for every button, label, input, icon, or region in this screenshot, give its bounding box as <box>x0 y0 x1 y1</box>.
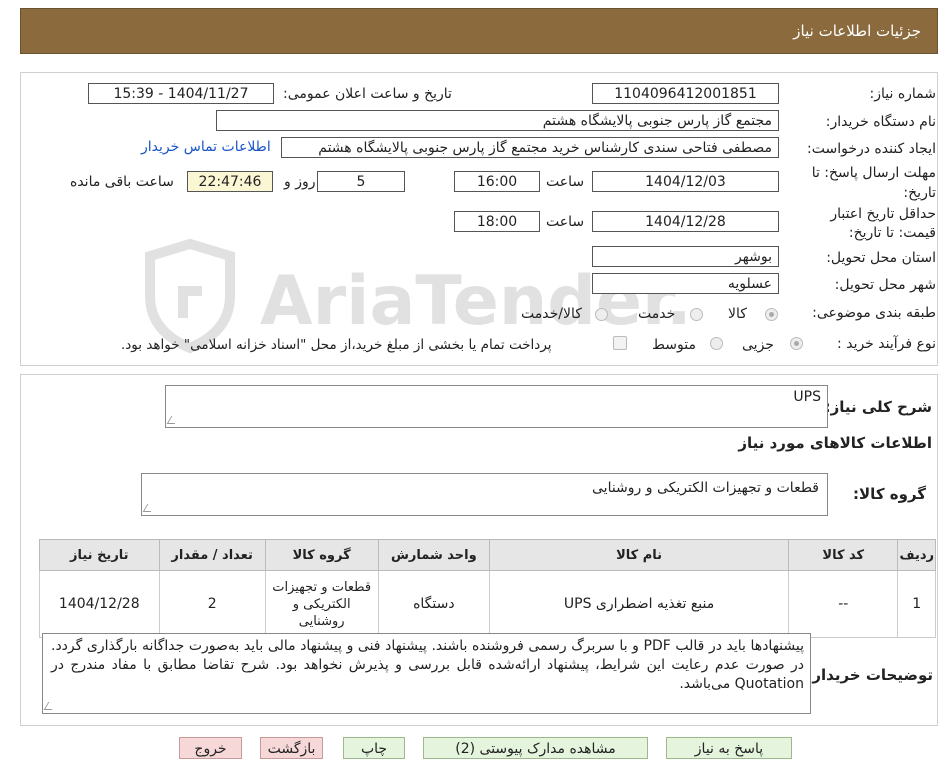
treasury-payment-checkbox[interactable] <box>613 336 627 350</box>
creator-label: ایجاد کننده درخواست: <box>807 141 936 157</box>
goods-info-title: اطلاعات کالاهای مورد نیاز <box>738 434 932 452</box>
items-table: ردیف کد کالا نام کالا واحد شمارش گروه کا… <box>39 539 936 638</box>
process-radio-medium[interactable] <box>710 337 723 350</box>
cell-unit: دستگاه <box>377 570 491 638</box>
print-button[interactable]: چاپ <box>343 737 405 759</box>
cell-row-number: 1 <box>897 570 936 638</box>
buyer-notes-textarea: پیشنهادها باید در قالب PDF و با سربرگ رس… <box>42 633 811 714</box>
buyer-label: نام دستگاه خریدار: <box>825 114 936 130</box>
need-number-field: 1104096412001851 <box>592 83 779 104</box>
goods-group-label: گروه کالا: <box>853 485 926 503</box>
category-radio-goods-service[interactable] <box>595 308 608 321</box>
buyer-field: مجتمع گاز پارس جنوبی پالایشگاه هشتم <box>216 110 779 131</box>
validity-date-field: 1404/12/28 <box>592 211 779 232</box>
province-label: استان محل تحویل: <box>826 250 936 266</box>
validity-label-date: قیمت: تا تاریخ: <box>848 225 936 241</box>
province-field: بوشهر <box>592 246 779 267</box>
category-option-goods: کالا <box>728 306 747 322</box>
need-number-label: شماره نیاز: <box>869 86 937 102</box>
deadline-label-date: تاریخ: <box>903 185 936 201</box>
cell-code: -- <box>788 570 899 638</box>
col-header-name: نام کالا <box>489 539 790 571</box>
summary-label: شرح کلی نیاز: <box>824 398 932 416</box>
page-header: جزئیات اطلاعات نیاز <box>20 8 938 54</box>
cell-group: قطعات و تجهیزات الکتریکی و روشنایی <box>264 570 379 638</box>
deadline-time-label: ساعت <box>546 174 585 190</box>
col-header-need-date: تاریخ نیاز <box>39 539 160 571</box>
remaining-days-field: 5 <box>317 171 405 192</box>
city-label: شهر محل تحویل: <box>834 277 936 293</box>
reply-button[interactable]: پاسخ به نیاز <box>666 737 792 759</box>
process-label: نوع فرآیند خرید : <box>837 336 936 352</box>
view-attachments-button[interactable]: مشاهده مدارک پیوستی (2) <box>423 737 648 759</box>
deadline-time-field: 16:00 <box>454 171 540 192</box>
goods-group-textarea: قطعات و تجهیزات الکتریکی و روشنایی <box>141 473 828 516</box>
goods-group-text: قطعات و تجهیزات الکتریکی و روشنایی <box>592 480 819 496</box>
deadline-label: مهلت ارسال پاسخ: تا <box>811 165 936 181</box>
category-radio-goods[interactable] <box>765 308 778 321</box>
col-header-row-number: ردیف <box>897 539 936 571</box>
back-button[interactable]: بازگشت <box>260 737 323 759</box>
col-header-unit: واحد شمارش <box>377 539 491 571</box>
col-header-quantity: تعداد / مقدار <box>158 539 266 571</box>
treasury-payment-note: پرداخت تمام یا بخشی از مبلغ خرید،از محل … <box>121 337 552 353</box>
category-label: طبقه بندی موضوعی: <box>812 305 936 321</box>
buyer-notes-text: پیشنهادها باید در قالب PDF و با سربرگ رس… <box>51 638 804 692</box>
buyer-contact-link[interactable]: اطلاعات تماس خریدار <box>141 139 271 155</box>
col-header-group: گروه کالا <box>264 539 379 571</box>
city-field: عسلویه <box>592 273 779 294</box>
validity-time-label: ساعت <box>546 214 585 230</box>
summary-textarea: UPS <box>165 385 828 428</box>
exit-button[interactable]: خروج <box>179 737 242 759</box>
process-option-minor: جزیی <box>742 337 774 353</box>
days-label: روز و <box>284 174 316 190</box>
validity-time-field: 18:00 <box>454 211 540 232</box>
cell-need-date: 1404/12/28 <box>39 570 160 638</box>
table-header-row: ردیف کد کالا نام کالا واحد شمارش گروه کا… <box>39 539 936 571</box>
cell-name: منبع تغذیه اضطراری UPS <box>489 570 790 638</box>
page-title: جزئیات اطلاعات نیاز <box>793 22 921 40</box>
remaining-time-field: 22:47:46 <box>187 171 273 192</box>
category-option-service: خدمت <box>638 306 676 322</box>
resize-grip-icon <box>166 416 180 424</box>
process-radio-minor[interactable] <box>790 337 803 350</box>
category-option-goods-service: کالا/خدمت <box>521 306 582 322</box>
summary-text: UPS <box>793 389 821 405</box>
announce-label: تاریخ و ساعت اعلان عمومی: <box>283 86 452 102</box>
cell-quantity: 2 <box>158 570 266 638</box>
creator-field: مصطفی فتاحی سندی کارشناس خرید مجتمع گاز … <box>281 137 779 158</box>
col-header-code: کد کالا <box>788 539 899 571</box>
resize-grip-icon <box>43 702 57 710</box>
process-option-medium: متوسط <box>652 337 696 353</box>
announce-field: 1404/11/27 - 15:39 <box>88 83 274 104</box>
resize-grip-icon <box>142 504 156 512</box>
category-radio-service[interactable] <box>690 308 703 321</box>
remaining-label: ساعت باقی مانده <box>70 174 174 190</box>
validity-label: حداقل تاریخ اعتبار <box>830 206 936 222</box>
deadline-date-field: 1404/12/03 <box>592 171 779 192</box>
table-row: 1 -- منبع تغذیه اضطراری UPS دستگاه قطعات… <box>39 570 936 638</box>
buyer-notes-label: توضیحات خریدار: <box>806 666 933 684</box>
